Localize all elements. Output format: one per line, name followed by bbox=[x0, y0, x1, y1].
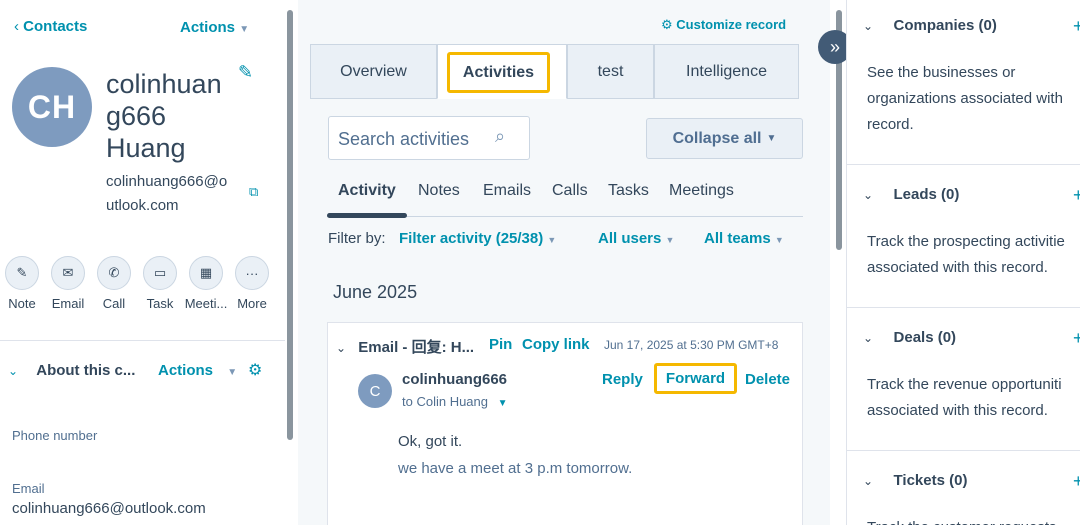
month-heading: June 2025 bbox=[333, 282, 418, 302]
sender-avatar: C bbox=[358, 374, 392, 408]
scrollbar[interactable] bbox=[287, 10, 293, 440]
filter-by-label: Filter by: bbox=[328, 230, 386, 247]
subtab-activity[interactable]: Activity bbox=[338, 182, 396, 200]
filter-activity-dropdown[interactable]: Filter activity (25/38) ▼ bbox=[399, 230, 556, 247]
caret-down-icon: ▼ bbox=[547, 235, 557, 245]
avatar: CH bbox=[12, 67, 92, 147]
phone-icon: ✆ bbox=[97, 256, 131, 290]
search-icon: ⌕ bbox=[495, 126, 506, 146]
gear-icon: ⚙ bbox=[661, 17, 673, 32]
record-sidebar: ‹ Contacts Actions ▼ CH colinhuan g666 H… bbox=[0, 0, 296, 525]
edit-pencil-icon[interactable]: ✎ bbox=[238, 62, 253, 83]
about-section-header[interactable]: ⌄ About this c... bbox=[8, 362, 278, 379]
chevron-left-icon: ‹ bbox=[14, 18, 19, 35]
note-action[interactable]: ✎ Note bbox=[0, 256, 44, 311]
subtab-emails[interactable]: Emails bbox=[483, 182, 531, 200]
meeting-action[interactable]: ▦ Meeti... bbox=[184, 256, 228, 311]
leads-description: Track the prospecting activitie associat… bbox=[867, 233, 1065, 276]
more-action[interactable]: ··· More bbox=[230, 256, 274, 311]
email-label: Email bbox=[12, 481, 45, 496]
about-actions-menu[interactable]: Actions ▼ bbox=[158, 362, 237, 379]
subtab-tasks[interactable]: Tasks bbox=[608, 182, 649, 200]
email-action[interactable]: ✉ Email bbox=[46, 256, 90, 311]
pin-link[interactable]: Pin bbox=[489, 336, 512, 353]
subtab-meetings[interactable]: Meetings bbox=[669, 182, 734, 200]
email-body-line2: we have a meet at 3 p.m tomorrow. bbox=[398, 460, 633, 477]
tickets-description: Track the customer requests bbox=[867, 515, 1057, 525]
all-users-dropdown[interactable]: All users ▼ bbox=[598, 230, 674, 247]
contact-email: colinhuang666@o utlook.com bbox=[106, 173, 228, 214]
back-to-contacts-link[interactable]: ‹ Contacts bbox=[14, 18, 87, 35]
caret-down-icon: ▼ bbox=[774, 235, 784, 245]
reply-button[interactable]: Reply bbox=[602, 371, 643, 388]
divider bbox=[847, 450, 1080, 451]
email-body-line1: Ok, got it. bbox=[398, 433, 463, 450]
collapse-all-button[interactable]: Collapse all ▼ bbox=[646, 118, 803, 159]
copy-icon[interactable]: ⧉ bbox=[249, 184, 258, 200]
chevron-down-icon: ⌄ bbox=[863, 19, 874, 33]
chevron-down-icon: ⌄ bbox=[8, 364, 19, 378]
forward-button[interactable]: Forward bbox=[654, 363, 737, 394]
sender-name: colinhuang666 bbox=[402, 371, 508, 388]
caret-down-icon: ▼ bbox=[227, 367, 238, 378]
note-pencil-icon: ✎ bbox=[5, 256, 39, 290]
active-subtab-indicator bbox=[327, 213, 407, 218]
caret-down-icon: ▼ bbox=[497, 398, 508, 409]
chevron-down-icon: ⌄ bbox=[863, 188, 874, 202]
delete-button[interactable]: Delete bbox=[745, 371, 790, 388]
divider bbox=[0, 340, 285, 341]
deals-description: Track the revenue opportuniti associated… bbox=[867, 376, 1062, 419]
copy-link[interactable]: Copy link bbox=[522, 336, 590, 353]
chevron-down-icon: ⌄ bbox=[863, 331, 874, 345]
actions-menu-top[interactable]: Actions ▼ bbox=[180, 19, 249, 36]
deals-section-header[interactable]: ⌄ Deals (0) bbox=[863, 329, 1080, 347]
all-teams-dropdown[interactable]: All teams ▼ bbox=[704, 230, 784, 247]
email-card-header[interactable]: ⌄ Email - 回复: H... bbox=[336, 336, 474, 357]
envelope-icon: ✉ bbox=[51, 256, 85, 290]
email-activity-card: ⌄ Email - 回复: H... Pin Copy link Jun 17,… bbox=[327, 322, 803, 525]
chevron-down-icon: ⌄ bbox=[336, 341, 347, 355]
task-action[interactable]: ▭ Task bbox=[138, 256, 182, 311]
customize-record-link[interactable]: ⚙ Customize record bbox=[661, 17, 786, 33]
caret-down-icon: ▼ bbox=[766, 133, 777, 144]
recipient-dropdown[interactable]: to Colin Huang ▼ bbox=[402, 394, 508, 409]
tab-overview[interactable]: Overview bbox=[310, 44, 437, 99]
tickets-section-header[interactable]: ⌄ Tickets (0) bbox=[863, 472, 1080, 490]
caret-down-icon: ▼ bbox=[665, 235, 675, 245]
plus-icon[interactable]: + bbox=[1073, 328, 1080, 349]
plus-icon[interactable]: + bbox=[1073, 185, 1080, 206]
tab-intelligence[interactable]: Intelligence bbox=[654, 44, 799, 99]
calendar-icon: ▦ bbox=[189, 256, 223, 290]
companies-section-header[interactable]: ⌄ Companies (0) bbox=[863, 17, 1080, 35]
plus-icon[interactable]: + bbox=[1073, 471, 1080, 492]
leads-section-header[interactable]: ⌄ Leads (0) bbox=[863, 186, 1080, 204]
ellipsis-icon: ··· bbox=[235, 256, 269, 290]
gear-icon[interactable]: ⚙ bbox=[248, 360, 262, 380]
association-sidebar: ⌄ Companies (0) + See the businesses or … bbox=[846, 0, 1080, 525]
search-input[interactable]: Search activities ⌕ bbox=[328, 116, 530, 160]
caret-down-icon: ▼ bbox=[239, 24, 250, 35]
contact-name: colinhuan g666 Huang bbox=[106, 69, 222, 163]
companies-description: See the businesses or organizations asso… bbox=[867, 64, 1063, 133]
phone-number-label: Phone number bbox=[12, 428, 98, 443]
task-icon: ▭ bbox=[143, 256, 177, 290]
divider bbox=[847, 307, 1080, 308]
subtab-calls[interactable]: Calls bbox=[552, 182, 588, 200]
timestamp: Jun 17, 2025 at 5:30 PM GMT+8 bbox=[604, 338, 779, 352]
divider bbox=[847, 164, 1080, 165]
call-action[interactable]: ✆ Call bbox=[92, 256, 136, 311]
plus-icon[interactable]: + bbox=[1073, 16, 1080, 37]
email-value[interactable]: colinhuang666@outlook.com bbox=[12, 500, 206, 517]
subtab-notes[interactable]: Notes bbox=[418, 182, 460, 200]
tab-test[interactable]: test bbox=[567, 44, 654, 99]
chevron-down-icon: ⌄ bbox=[863, 474, 874, 488]
tab-activities-label[interactable]: Activities bbox=[447, 52, 550, 93]
